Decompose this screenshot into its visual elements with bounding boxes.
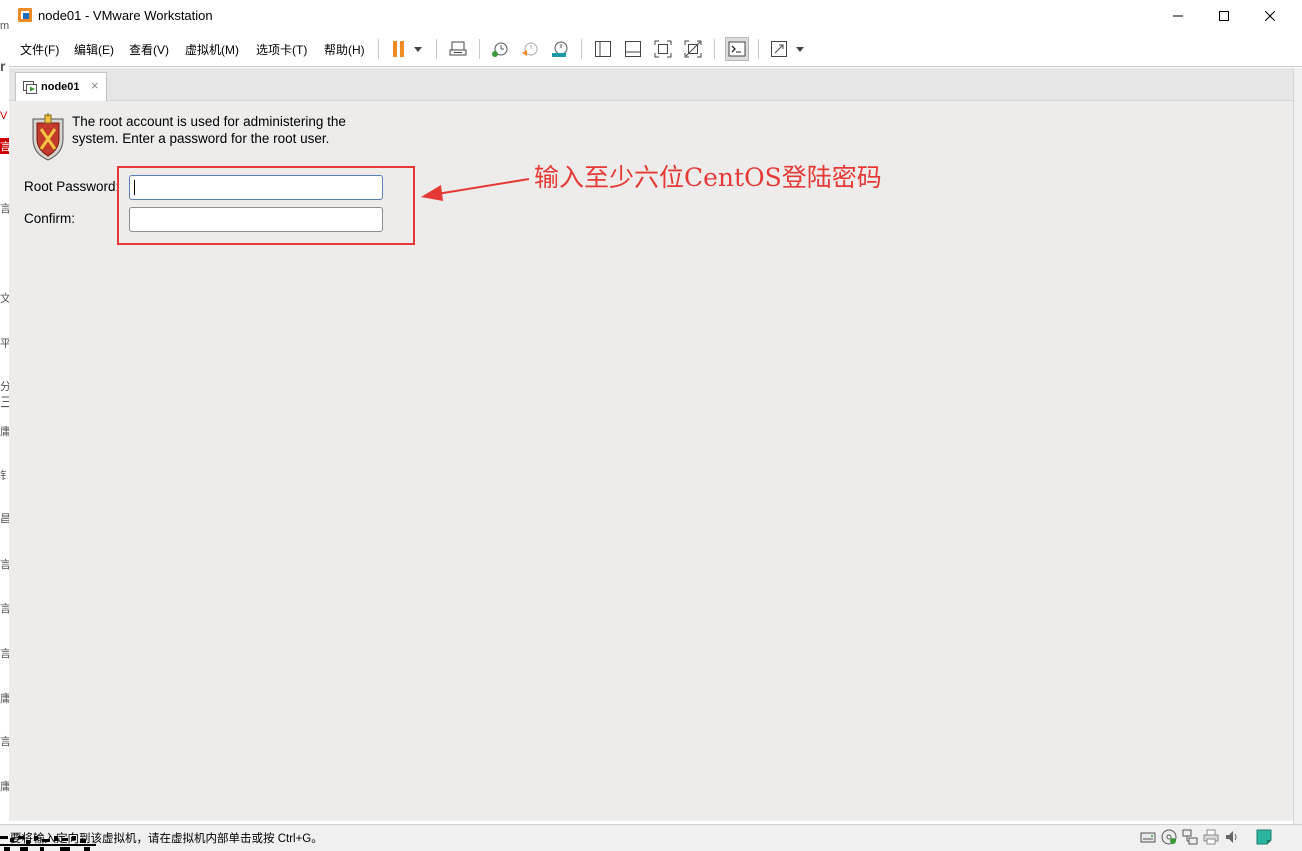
close-button[interactable] bbox=[1247, 0, 1293, 31]
root-shield-icon bbox=[32, 113, 64, 161]
vm-console[interactable]: The root account is used for administeri… bbox=[9, 101, 1293, 821]
maximize-icon bbox=[1219, 10, 1229, 21]
toolbar-separator bbox=[479, 39, 480, 59]
menu-edit[interactable]: 编辑(E) bbox=[74, 41, 114, 58]
console-view-icon bbox=[728, 41, 746, 57]
show-thumbnail-button[interactable] bbox=[623, 39, 643, 59]
tab-label: node01 bbox=[41, 81, 80, 93]
bg-char: 言 bbox=[0, 138, 9, 154]
unity-icon bbox=[684, 40, 702, 58]
cd-dvd-icon[interactable] bbox=[1161, 829, 1177, 845]
power-dropdown-button[interactable] bbox=[411, 39, 425, 59]
tab-node01[interactable]: node01 × bbox=[15, 72, 107, 101]
unity-button[interactable] bbox=[683, 39, 703, 59]
vm-running-icon bbox=[23, 81, 37, 94]
bg-char: 三 bbox=[0, 394, 9, 410]
menu-toolbar: 文件(F) 编辑(E) 查看(V) 虚拟机(M) 选项卡(T) 帮助(H) bbox=[9, 31, 1302, 67]
minimize-button[interactable] bbox=[1155, 0, 1201, 31]
pause-button[interactable] bbox=[389, 39, 409, 59]
background-desktop-strip: m r V 言 言 文 平 分 三 庸 钅 昌 言 言 言 庸 言 庸 bbox=[0, 0, 9, 851]
send-ctrl-alt-del-icon bbox=[449, 41, 467, 56]
dropdown-arrow-icon bbox=[796, 46, 804, 52]
bg-char: 言 bbox=[0, 203, 9, 215]
show-thumbnail-icon bbox=[625, 41, 641, 57]
menu-view[interactable]: 查看(V) bbox=[129, 41, 169, 58]
revert-snapshot-button[interactable] bbox=[520, 39, 540, 59]
menu-tabs[interactable]: 选项卡(T) bbox=[256, 41, 307, 58]
bg-char: V bbox=[0, 110, 8, 122]
bg-char: 言 bbox=[0, 736, 9, 748]
minimize-icon bbox=[1173, 15, 1183, 16]
bg-char: 言 bbox=[0, 648, 9, 660]
bg-char: 庸 bbox=[0, 781, 9, 793]
stretch-button[interactable] bbox=[769, 39, 789, 59]
hard-disk-icon[interactable] bbox=[1140, 829, 1156, 845]
toolbar-separator bbox=[714, 39, 715, 59]
root-password-label: Root Password: bbox=[24, 179, 120, 194]
printer-icon[interactable] bbox=[1203, 829, 1219, 845]
revert-snapshot-icon bbox=[522, 42, 538, 56]
window-title: node01 - VMware Workstation bbox=[38, 8, 213, 23]
bg-char: 庸 bbox=[0, 693, 9, 705]
vmware-app-icon bbox=[18, 8, 32, 22]
vmware-window: m r V 言 言 文 平 分 三 庸 钅 昌 言 言 言 庸 言 庸 node… bbox=[0, 0, 1302, 851]
root-account-message: The root account is used for administeri… bbox=[72, 114, 346, 146]
vm-tab-strip: node01 × bbox=[9, 68, 1293, 101]
bg-char: m bbox=[0, 20, 9, 32]
bg-char: 昌 bbox=[0, 513, 9, 525]
snapshot-manager-button[interactable] bbox=[550, 39, 570, 59]
bg-char: 钅 bbox=[0, 470, 9, 482]
show-library-button[interactable] bbox=[593, 39, 613, 59]
stretch-icon bbox=[771, 41, 787, 57]
snapshot-button[interactable] bbox=[490, 39, 510, 59]
maximize-button[interactable] bbox=[1201, 0, 1247, 31]
bg-char: 言 bbox=[0, 603, 9, 615]
status-bar: 要将输入定向到该虚拟机，请在虚拟机内部单击或按 Ctrl+G。 bbox=[0, 824, 1302, 851]
show-library-icon bbox=[595, 41, 611, 57]
snapshot-manager-icon bbox=[552, 41, 568, 57]
message-icon[interactable] bbox=[1256, 829, 1272, 845]
toolbar-separator bbox=[436, 39, 437, 59]
tab-close-icon[interactable]: × bbox=[91, 78, 99, 93]
menu-help[interactable]: 帮助(H) bbox=[324, 41, 365, 58]
bg-char: 言 bbox=[0, 559, 9, 571]
stretch-dropdown-button[interactable] bbox=[793, 39, 807, 59]
bg-char: 平 bbox=[0, 338, 9, 350]
sound-icon[interactable] bbox=[1224, 829, 1240, 845]
dropdown-arrow-icon bbox=[414, 46, 422, 52]
snapshot-icon bbox=[492, 42, 508, 57]
send-ctrl-alt-del-button[interactable] bbox=[448, 39, 468, 59]
fullscreen-button[interactable] bbox=[653, 39, 673, 59]
close-icon bbox=[1265, 10, 1275, 21]
bg-char: 庸 bbox=[0, 426, 9, 438]
pause-icon bbox=[393, 41, 404, 57]
annotation-text: 输入至少六位CentOS登陆密码 bbox=[534, 163, 882, 192]
bg-char: 文 bbox=[0, 293, 9, 305]
annotation-arrow-icon bbox=[421, 178, 530, 201]
qr-code-fragment bbox=[0, 836, 96, 851]
fullscreen-icon bbox=[654, 40, 672, 58]
toolbar-separator bbox=[758, 39, 759, 59]
confirm-label: Confirm: bbox=[24, 211, 76, 226]
right-edge-strip bbox=[1293, 68, 1302, 824]
annotation-highlight-box bbox=[117, 166, 415, 245]
console-view-button[interactable] bbox=[725, 37, 749, 61]
menu-vm[interactable]: 虚拟机(M) bbox=[185, 41, 239, 58]
toolbar-separator bbox=[378, 39, 379, 59]
menu-file[interactable]: 文件(F) bbox=[20, 41, 59, 58]
title-bar: node01 - VMware Workstation bbox=[9, 0, 1302, 31]
toolbar-separator bbox=[581, 39, 582, 59]
bg-char: r bbox=[0, 58, 6, 74]
network-icon[interactable] bbox=[1182, 829, 1198, 845]
